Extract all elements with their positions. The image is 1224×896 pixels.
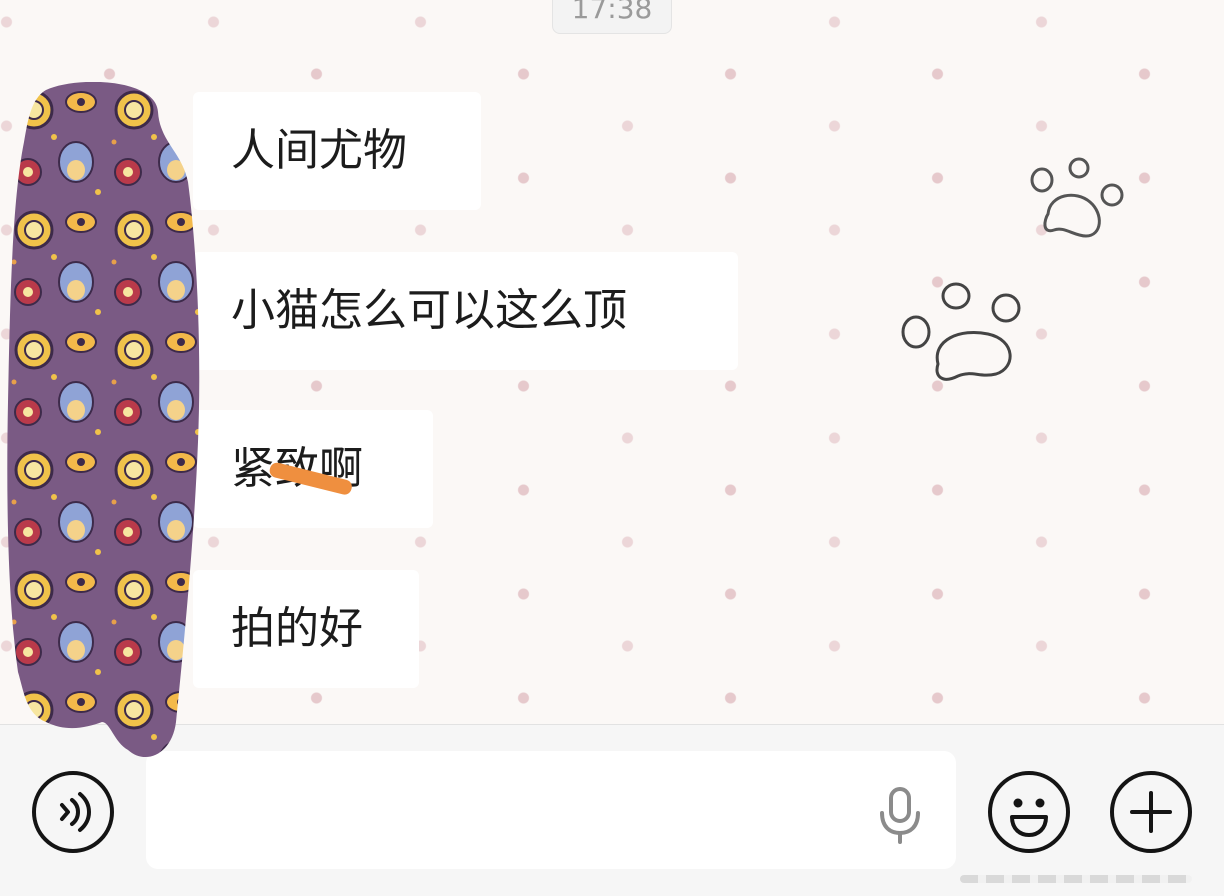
- message-text: 拍的好: [231, 603, 363, 654]
- paw-print-icon: [1030, 157, 1124, 238]
- plus-icon: [1130, 791, 1172, 833]
- microphone-icon[interactable]: [873, 785, 927, 845]
- smiley-face-icon: [1010, 798, 1048, 837]
- message-bubble[interactable]: 人间尤物: [193, 92, 481, 210]
- message-bubble[interactable]: 小猫怎么可以这么顶: [193, 252, 738, 370]
- emoji-button[interactable]: [988, 771, 1070, 853]
- message-text: 小猫怎么可以这么顶: [231, 285, 627, 336]
- home-indicator: [960, 875, 1192, 883]
- message-timestamp: 17:38: [552, 0, 672, 34]
- voice-wave-icon: [60, 792, 91, 832]
- paw-print-icon: [901, 282, 1021, 381]
- contact-avatar[interactable]: [6, 82, 200, 762]
- more-options-button[interactable]: [1110, 771, 1192, 853]
- message-bubble[interactable]: 紧致啊: [193, 410, 433, 528]
- message-text: 人间尤物: [231, 125, 407, 176]
- message-input[interactable]: [146, 751, 956, 869]
- message-bubble[interactable]: 拍的好: [193, 570, 419, 688]
- voice-mode-button[interactable]: [32, 771, 114, 853]
